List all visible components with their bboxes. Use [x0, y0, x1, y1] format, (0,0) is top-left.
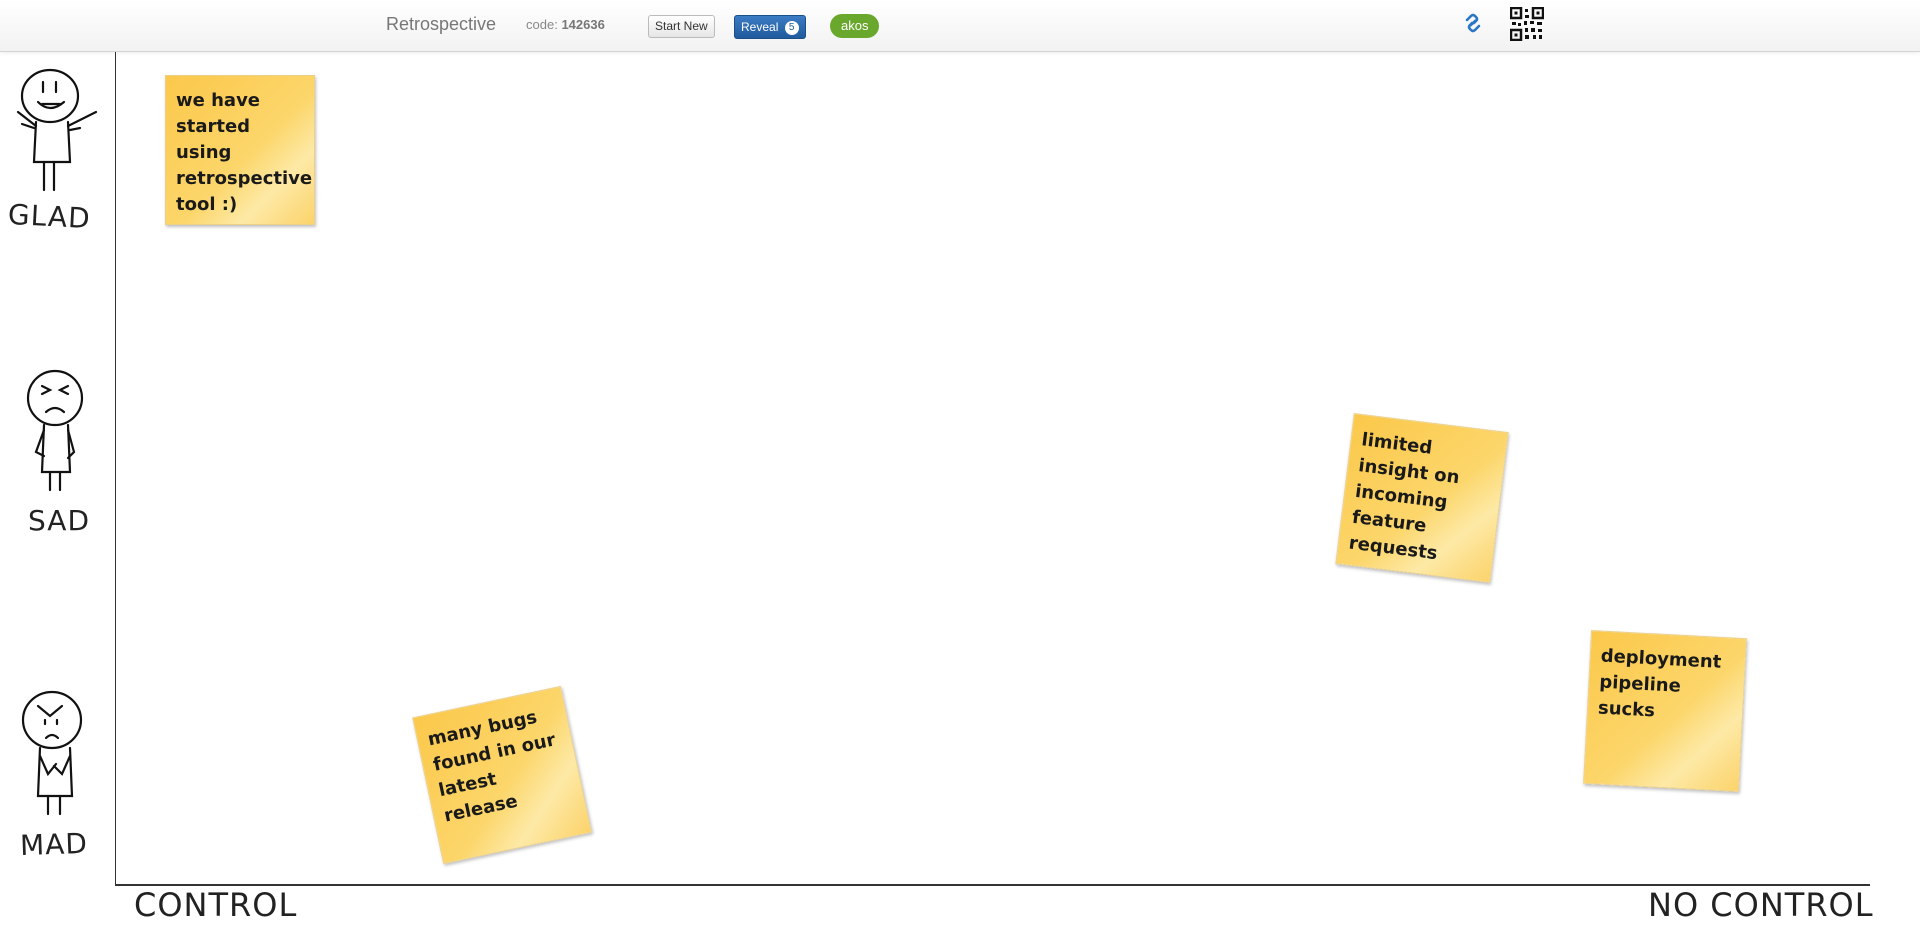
- code-label: code:: [526, 17, 558, 32]
- reveal-count-badge: 5: [784, 21, 799, 35]
- session-code: code: 142636: [526, 17, 605, 32]
- top-bar: Retrospective code: 142636 Start New Rev…: [0, 0, 1920, 52]
- sticky-note-text: we have started using retrospective tool…: [176, 90, 313, 215]
- emotion-label-sad: SAD: [28, 504, 91, 537]
- start-new-button[interactable]: Start New: [648, 15, 715, 38]
- reveal-label: Reveal: [741, 20, 779, 34]
- user-pill[interactable]: akos: [830, 14, 880, 38]
- horizontal-axis: [115, 884, 1870, 886]
- qr-code-icon[interactable]: [1510, 7, 1544, 41]
- sticky-note[interactable]: many bugs found in our latest release: [412, 685, 592, 865]
- sticky-note[interactable]: limited insight on incoming feature requ…: [1335, 413, 1509, 583]
- axis-label-no-control: NO CONTROL: [1648, 886, 1874, 924]
- sticky-note-text: deployment pipeline sucks: [1597, 645, 1722, 722]
- reveal-button[interactable]: Reveal 5: [734, 15, 806, 39]
- emotion-label-glad: GLAD: [7, 197, 92, 236]
- sticky-note[interactable]: we have started using retrospective tool…: [165, 75, 315, 225]
- sticky-note-text: limited insight on incoming feature requ…: [1347, 429, 1461, 565]
- emotion-label-mad: MAD: [19, 826, 89, 863]
- link-icon[interactable]: [1462, 12, 1484, 34]
- axis-label-control: CONTROL: [134, 886, 298, 924]
- sticky-note-text: many bugs found in our latest release: [425, 706, 558, 827]
- code-value: 142636: [561, 17, 605, 32]
- sticky-note[interactable]: deployment pipeline sucks: [1583, 630, 1747, 792]
- app-title[interactable]: Retrospective: [386, 14, 496, 35]
- vertical-axis: [115, 52, 116, 886]
